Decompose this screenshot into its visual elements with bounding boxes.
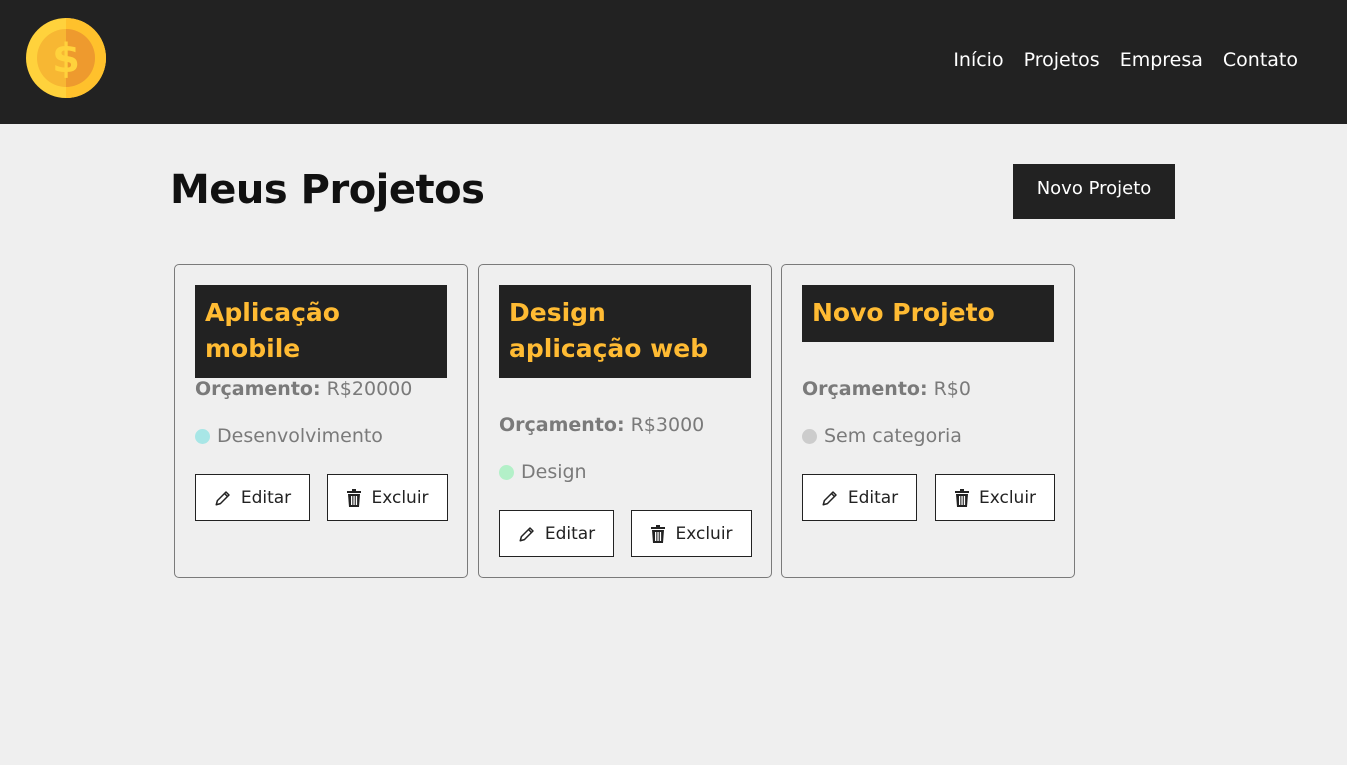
category-label: Sem categoria	[824, 425, 962, 447]
navbar: $ Início Projetos Empresa Contato	[0, 0, 1347, 124]
project-card-header: Aplicação mobile	[195, 285, 447, 378]
category-label: Design	[521, 461, 587, 483]
project-card: Aplicação mobile Orçamento: R$20000 Dese…	[174, 264, 468, 578]
pencil-icon	[214, 489, 232, 507]
project-card: Novo Projeto Orçamento: R$0 Sem categori…	[781, 264, 1075, 578]
trash-icon	[346, 488, 362, 507]
project-budget: Orçamento: R$0	[802, 378, 971, 400]
budget-value: R$0	[933, 378, 971, 400]
category-dot-icon	[499, 464, 514, 480]
edit-button[interactable]: Editar	[499, 510, 614, 557]
delete-button[interactable]: Excluir	[935, 474, 1055, 521]
pencil-icon	[821, 489, 839, 507]
trash-icon	[954, 488, 970, 507]
project-category: Sem categoria	[802, 425, 962, 447]
project-category: Desenvolvimento	[195, 425, 383, 447]
budget-value: R$20000	[326, 378, 413, 400]
budget-label: Orçamento:	[499, 414, 625, 436]
project-budget: Orçamento: R$20000	[195, 378, 412, 400]
new-project-button[interactable]: Novo Projeto	[1013, 164, 1175, 219]
project-name: Design aplicação web	[509, 298, 709, 363]
project-card: Design aplicação web Orçamento: R$3000 D…	[478, 264, 772, 578]
coin-logo-icon[interactable]: $	[26, 18, 106, 98]
edit-label: Editar	[847, 487, 899, 508]
delete-label: Excluir	[978, 487, 1037, 508]
budget-value: R$3000	[630, 414, 705, 436]
budget-label: Orçamento:	[195, 378, 321, 400]
budget-label: Orçamento:	[802, 378, 928, 400]
nav-link-projetos[interactable]: Projetos	[1024, 49, 1100, 71]
project-card-header: Novo Projeto	[802, 285, 1054, 342]
nav-link-contato[interactable]: Contato	[1223, 49, 1298, 71]
delete-button[interactable]: Excluir	[631, 510, 752, 557]
category-dot-icon	[802, 428, 817, 444]
project-card-header: Design aplicação web	[499, 285, 751, 378]
project-name: Aplicação mobile	[205, 298, 340, 363]
delete-button[interactable]: Excluir	[327, 474, 448, 521]
svg-text:$: $	[52, 36, 80, 82]
project-name: Novo Projeto	[812, 298, 995, 327]
category-label: Desenvolvimento	[217, 425, 383, 447]
edit-button[interactable]: Editar	[195, 474, 310, 521]
nav-link-empresa[interactable]: Empresa	[1120, 49, 1203, 71]
nav-link-inicio[interactable]: Início	[953, 49, 1003, 71]
project-budget: Orçamento: R$3000	[499, 414, 704, 436]
pencil-icon	[518, 525, 536, 543]
edit-label: Editar	[544, 523, 596, 544]
edit-button[interactable]: Editar	[802, 474, 917, 521]
project-category: Design	[499, 461, 587, 483]
edit-label: Editar	[240, 487, 292, 508]
nav-links: Início Projetos Empresa Contato	[953, 49, 1298, 71]
delete-label: Excluir	[371, 487, 429, 508]
delete-label: Excluir	[675, 523, 733, 544]
page-title: Meus Projetos	[170, 167, 485, 213]
trash-icon	[650, 524, 666, 543]
category-dot-icon	[195, 428, 210, 444]
